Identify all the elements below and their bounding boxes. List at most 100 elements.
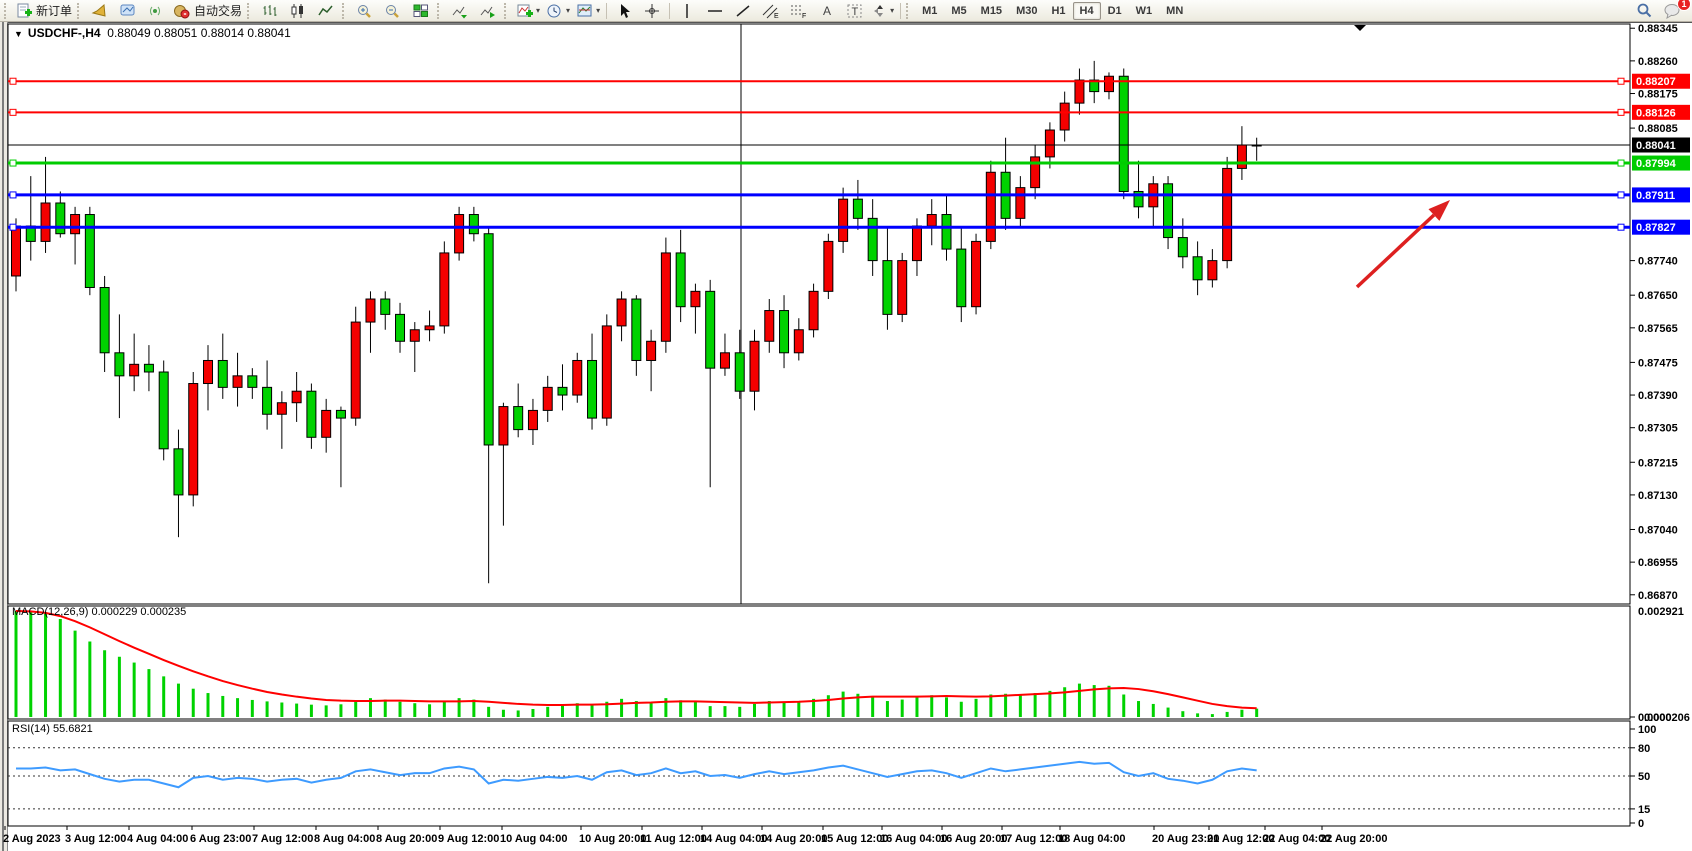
horizontal-line-icon	[707, 3, 723, 19]
price-axis-label: 0.87650	[1638, 290, 1678, 302]
price-tag-label: 0.88126	[1636, 107, 1676, 119]
template-icon	[576, 3, 594, 19]
line-handle[interactable]	[10, 109, 16, 115]
candle-up	[972, 241, 981, 306]
horizontal-line-button[interactable]	[701, 0, 729, 22]
candle-up	[499, 407, 508, 445]
text-label-button[interactable]: T	[841, 0, 869, 22]
time-axis-label: 14 Aug 04:00	[700, 833, 767, 845]
time-axis-label: 11 Aug 12:00	[640, 833, 707, 845]
candle-up	[277, 403, 286, 415]
rsi-axis-label: 0	[1638, 818, 1644, 830]
tab-timeframe-m5[interactable]: M5	[944, 2, 973, 20]
line-handle[interactable]	[1618, 109, 1624, 115]
tab-timeframe-h1[interactable]: H1	[1044, 2, 1072, 20]
line-handle[interactable]	[10, 224, 16, 230]
line-handle[interactable]	[1618, 224, 1624, 230]
chart-window[interactable]: ▼USDCHF-,H4 0.88049 0.88051 0.88014 0.88…	[0, 22, 1692, 851]
new-order-icon	[16, 3, 33, 19]
tab-timeframe-w1[interactable]: W1	[1129, 2, 1160, 20]
line-handle[interactable]	[10, 78, 16, 84]
signals-button[interactable]	[142, 0, 170, 22]
candle-down	[484, 234, 493, 445]
channel-icon: E	[762, 3, 780, 19]
tile-windows-button[interactable]	[407, 0, 435, 22]
candle-up	[750, 341, 759, 391]
price-axis-label: 0.86955	[1638, 557, 1678, 569]
tab-timeframe-m15[interactable]: M15	[974, 2, 1009, 20]
template-button[interactable]: ▾	[573, 0, 603, 22]
new-order-button[interactable]: 新订单	[13, 0, 75, 22]
history-center-button[interactable]	[114, 0, 142, 22]
candle-up	[12, 226, 21, 276]
shapes-button[interactable]: ▾	[869, 0, 897, 22]
collapse-arrow-icon[interactable]: ▼	[14, 29, 23, 39]
crosshair-button[interactable]	[638, 0, 666, 22]
chart-candles-button[interactable]	[284, 0, 312, 22]
candle-up	[322, 410, 331, 437]
price-axis-label: 0.87040	[1638, 524, 1678, 536]
candle-up	[839, 199, 848, 241]
tab-timeframe-m30[interactable]: M30	[1009, 2, 1044, 20]
sound-alert-button[interactable]	[86, 0, 114, 22]
rsi-axis-label: 50	[1638, 771, 1650, 783]
tab-timeframe-mn[interactable]: MN	[1159, 2, 1190, 20]
chart-shift-button[interactable]	[474, 0, 502, 22]
time-axis-label: 15 Aug 12:00	[821, 833, 888, 845]
time-axis-label: 9 Aug 12:00	[438, 833, 499, 845]
fibonacci-button[interactable]: F	[785, 0, 813, 22]
add-indicator-button[interactable]: ▾	[513, 0, 543, 22]
line-handle[interactable]	[1618, 78, 1624, 84]
candle-up	[1016, 188, 1025, 219]
line-handle[interactable]	[10, 160, 16, 166]
signal-icon	[147, 3, 165, 19]
tab-timeframe-h4[interactable]: H4	[1073, 2, 1101, 20]
line-handle[interactable]	[10, 192, 16, 198]
new-order-label: 新订单	[36, 2, 72, 19]
candle-down	[1193, 257, 1202, 280]
search-button[interactable]	[1630, 0, 1658, 22]
price-tag-label: 0.87911	[1636, 190, 1675, 202]
chart-canvas[interactable]: 0.883450.882600.881750.880850.877400.876…	[0, 22, 1692, 851]
cursor-button[interactable]	[610, 0, 638, 22]
chart-line-button[interactable]	[312, 0, 340, 22]
period-select-button[interactable]: ▾	[543, 0, 573, 22]
vertical-line-button[interactable]	[673, 0, 701, 22]
ohlc-values: 0.88049 0.88051 0.88014 0.88041	[107, 26, 291, 40]
candle-up	[204, 360, 213, 383]
monitor-icon	[119, 3, 137, 19]
time-axis-label: 2 Aug 2023	[3, 833, 61, 845]
time-axis-label: 16 Aug 20:00	[940, 833, 1007, 845]
macd-indicator-label: MACD(12,26,9) 0.000229 0.000235	[12, 606, 186, 618]
time-axis-label: 10 Aug 20:00	[579, 833, 646, 845]
main-pane	[8, 24, 1630, 604]
time-axis-label: 7 Aug 12:00	[252, 833, 313, 845]
auto-scroll-icon	[451, 3, 469, 19]
autotrade-icon	[173, 3, 191, 19]
tab-timeframe-m1[interactable]: M1	[915, 2, 944, 20]
candle-up	[912, 226, 921, 261]
add-indicator-icon	[516, 3, 534, 19]
crosshair-icon	[644, 3, 660, 19]
macd-axis-label: 0.000206	[1644, 712, 1690, 724]
candle-up	[440, 253, 449, 326]
candle-down	[957, 249, 966, 307]
auto-scroll-button[interactable]	[446, 0, 474, 22]
cursor-arrow-icon	[616, 3, 632, 19]
candle-down	[381, 299, 390, 314]
toolbar-separator	[669, 3, 670, 19]
rsi-indicator-label: RSI(14) 55.6821	[12, 723, 93, 735]
tab-timeframe-d1[interactable]: D1	[1101, 2, 1129, 20]
line-handle[interactable]	[1618, 192, 1624, 198]
chat-button[interactable]: 1	[1658, 0, 1686, 22]
autotrade-button[interactable]: 自动交易	[170, 0, 245, 22]
zoom-out-button[interactable]	[379, 0, 407, 22]
chart-bars-button[interactable]	[256, 0, 284, 22]
chart-shift-icon	[479, 3, 497, 19]
zoom-in-button[interactable]	[351, 0, 379, 22]
line-handle[interactable]	[1618, 160, 1624, 166]
candle-up	[425, 326, 434, 330]
text-button[interactable]: A	[813, 0, 841, 22]
equidistant-channel-button[interactable]: E	[757, 0, 785, 22]
trendline-button[interactable]	[729, 0, 757, 22]
